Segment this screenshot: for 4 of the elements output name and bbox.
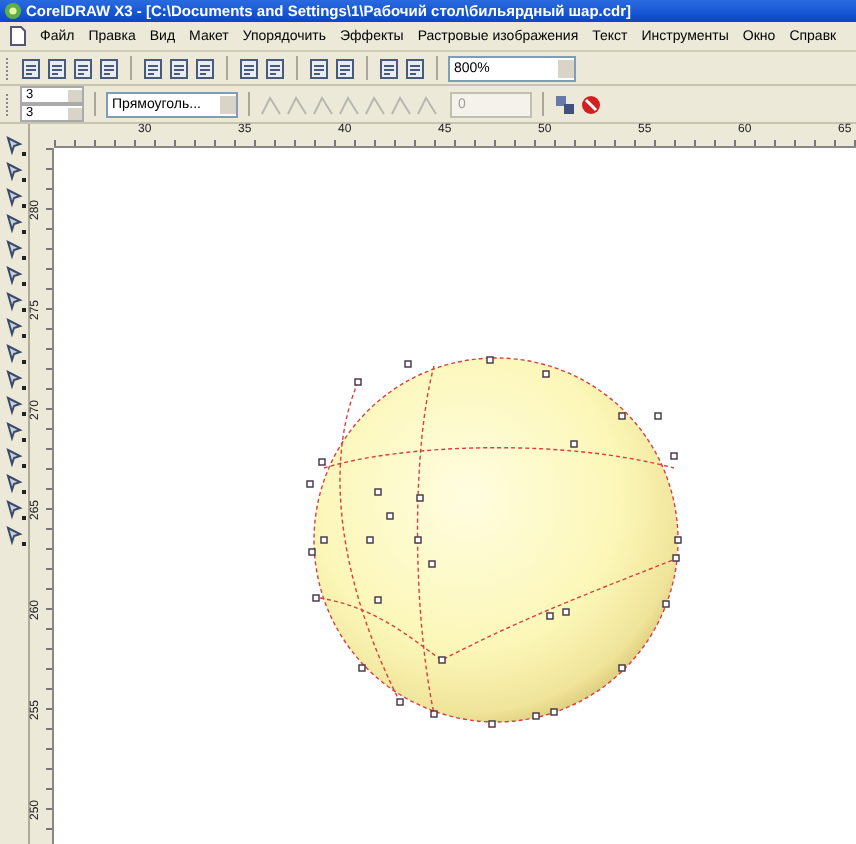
pick-tool-icon[interactable] bbox=[3, 134, 25, 156]
no-entry-icon[interactable] bbox=[580, 93, 602, 115]
document-icon bbox=[10, 26, 26, 46]
app-logo-icon bbox=[4, 2, 22, 20]
